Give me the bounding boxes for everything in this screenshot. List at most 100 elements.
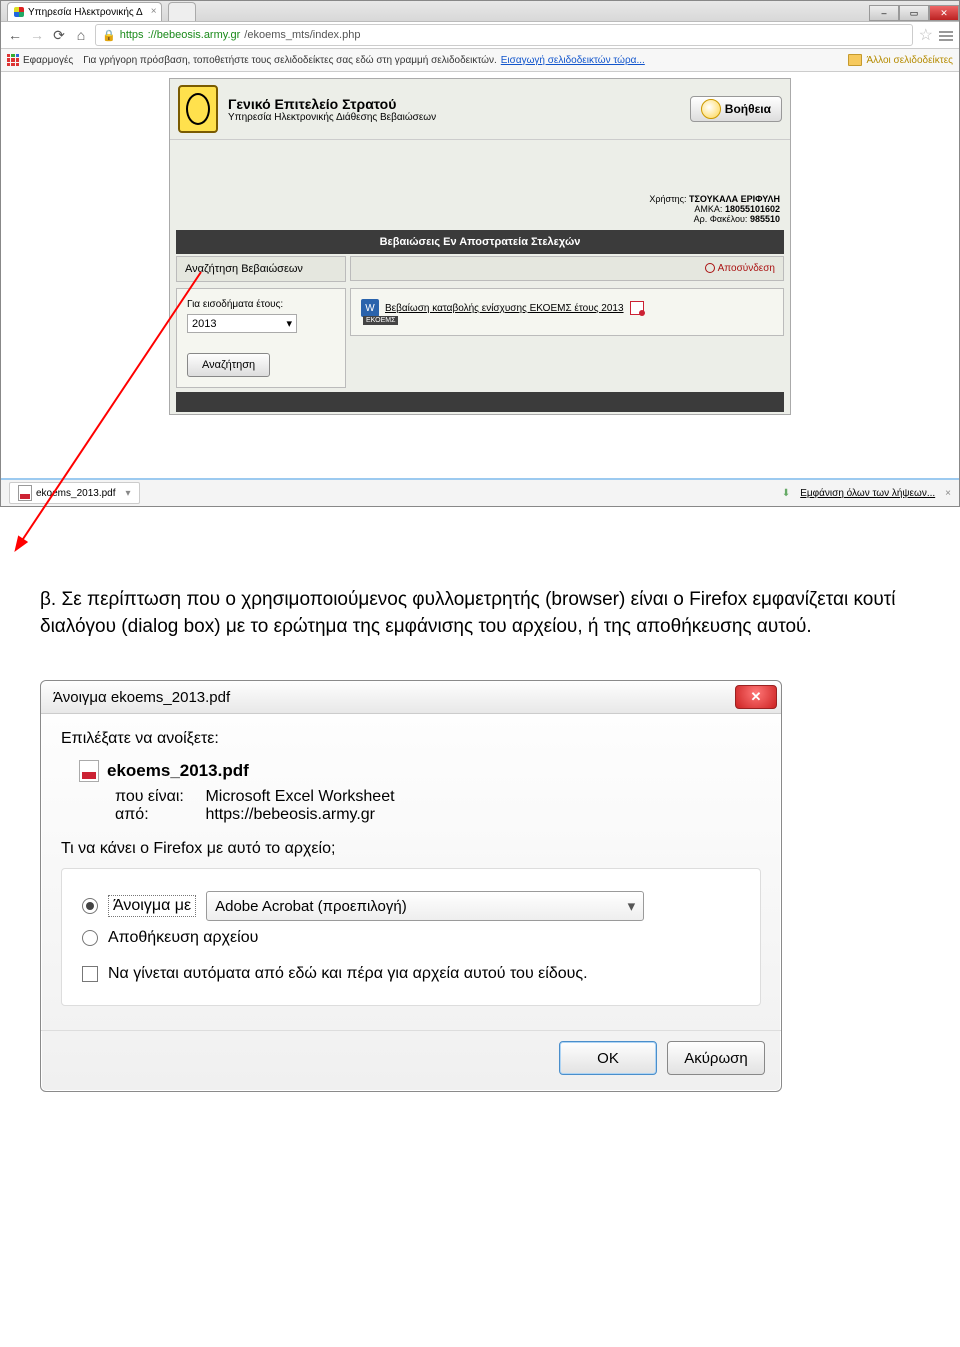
from-label: από: <box>115 806 201 824</box>
fakelos-value: 985510 <box>750 214 780 224</box>
bulb-icon <box>701 99 721 119</box>
url-path: /ekoems_mts/index.php <box>244 29 360 41</box>
radio-open-with[interactable] <box>82 898 98 914</box>
site-container: Γενικό Επιτελείο Στρατού Υπηρεσία Ηλεκτρ… <box>169 78 791 415</box>
help-button[interactable]: Βοήθεια <box>690 96 782 122</box>
dialog-filename: ekoems_2013.pdf <box>107 761 249 781</box>
bookmarks-hint: Για γρήγορη πρόσβαση, τοποθετήστε τους σ… <box>83 55 497 66</box>
other-bookmarks[interactable]: Άλλοι σελιδοδείκτες <box>848 54 953 66</box>
logout-bar[interactable]: Αποσύνδεση <box>350 256 784 281</box>
type-label: που είναι: <box>115 788 201 806</box>
pdf-file-icon <box>79 760 99 782</box>
save-file-label: Αποθήκευση αρχείου <box>108 929 258 947</box>
dialog-meta-from: από: https://bebeosis.army.gr <box>115 806 761 824</box>
application-combo[interactable]: Adobe Acrobat (προεπιλογή) ▾ <box>206 891 644 921</box>
pdf-icon <box>18 485 32 501</box>
dialog-meta-type: που είναι: Microsoft Excel Worksheet <box>115 788 761 806</box>
year-label: Για εισοδήματα έτους: <box>187 299 335 310</box>
close-button[interactable]: ✕ <box>929 5 959 21</box>
chrome-menu-icon[interactable] <box>939 29 953 41</box>
tab-close-icon[interactable]: × <box>151 6 157 17</box>
download-bar: ekoems_2013.pdf ▾ ⬇ Εμφάνιση όλων των λή… <box>1 478 959 506</box>
download-item[interactable]: ekoems_2013.pdf ▾ <box>9 482 140 504</box>
other-bookmarks-label: Άλλοι σελιδοδείκτες <box>866 55 953 66</box>
site-header: Γενικό Επιτελείο Στρατού Υπηρεσία Ηλεκτρ… <box>170 79 790 140</box>
ok-button[interactable]: OK <box>559 1041 657 1075</box>
show-all-downloads-link[interactable]: Εμφάνιση όλων των λήψεων... <box>800 488 935 499</box>
home-icon[interactable]: ⌂ <box>73 27 89 43</box>
site-title: Γενικό Επιτελείο Στρατού <box>228 96 436 112</box>
address-bar-row: ← → ⟳ ⌂ 🔒 https://bebeosis.army.gr/ekoem… <box>1 22 959 49</box>
dialog-close-button[interactable]: ✕ <box>735 685 777 709</box>
amka-label: ΑΜΚΑ: <box>694 204 722 214</box>
forward-icon[interactable]: → <box>29 27 45 43</box>
page-viewport: Γενικό Επιτελείο Στρατού Υπηρεσία Ηλεκτρ… <box>1 72 959 478</box>
document-title: Βεβαίωση καταβολής ενίσχυσης ΕΚΟΕΜΣ έτου… <box>385 303 624 314</box>
dialog-file-row: ekoems_2013.pdf <box>79 760 761 782</box>
search-box: Για εισοδήματα έτους: 2013 ▾ Αναζήτηση <box>176 288 346 388</box>
radio-save-file[interactable] <box>82 930 98 946</box>
close-downloads-icon[interactable]: × <box>945 488 951 499</box>
power-icon <box>705 263 715 273</box>
minimize-button[interactable]: – <box>869 5 899 21</box>
year-value: 2013 <box>192 318 216 330</box>
dialog-title: Άνοιγμα ekoems_2013.pdf <box>53 689 230 706</box>
apps-icon[interactable] <box>7 54 19 66</box>
url-host: ://bebeosis.army.gr <box>148 29 241 41</box>
tab-title-ghost <box>175 7 178 18</box>
option-remember[interactable]: Να γίνεται αυτόματα από εδώ και πέρα για… <box>82 965 746 983</box>
import-bookmarks-link[interactable]: Εισαγωγή σελιδοδεικτών τώρα... <box>501 55 645 66</box>
open-file-dialog: Άνοιγμα ekoems_2013.pdf ✕ Επιλέξατε να α… <box>40 680 782 1092</box>
body-text: β. Σε περίπτωση που ο χρησιμοποιούμενος … <box>40 589 895 637</box>
remember-label: Να γίνεται αυτόματα από εδώ και πέρα για… <box>108 965 588 983</box>
search-head: Αναζήτηση Βεβαιώσεων <box>176 256 346 282</box>
footer-bar <box>176 392 784 412</box>
search-button[interactable]: Αναζήτηση <box>187 353 270 377</box>
pdf-mini-icon <box>630 301 644 315</box>
dialog-body: Επιλέξατε να ανοίξετε: ekoems_2013.pdf π… <box>41 714 781 1030</box>
cancel-button[interactable]: Ακύρωση <box>667 1041 765 1075</box>
army-emblem-icon <box>178 85 218 133</box>
chevron-down-icon: ▾ <box>628 897 636 915</box>
option-open-with[interactable]: Άνοιγμα με Adobe Acrobat (προεπιλογή) ▾ <box>82 891 746 921</box>
dialog-options: Άνοιγμα με Adobe Acrobat (προεπιλογή) ▾ … <box>61 868 761 1006</box>
folder-icon <box>848 54 862 66</box>
dialog-question: Τι να κάνει ο Firefox με αυτό το αρχείο; <box>61 840 761 858</box>
apps-label[interactable]: Εφαρμογές <box>23 55 73 66</box>
results-box: W Βεβαίωση καταβολής ενίσχυσης ΕΚΟΕΜΣ έτ… <box>350 288 784 336</box>
body-paragraph: β. Σε περίπτωση που ο χρησιμοποιούμενος … <box>0 507 960 680</box>
browser-tab-active[interactable]: Υπηρεσία Ηλεκτρονικής Δ × <box>7 2 162 21</box>
fakelos-label: Αρ. Φακέλου: <box>694 214 748 224</box>
maximize-button[interactable]: ▭ <box>899 5 929 21</box>
section-bar: Βεβαιώσεις Εν Αποστρατεία Στελεχών <box>176 230 784 254</box>
from-value: https://bebeosis.army.gr <box>205 806 375 823</box>
checkbox-remember[interactable] <box>82 966 98 982</box>
dialog-line1: Επιλέξατε να ανοίξετε: <box>61 730 761 748</box>
browser-tab-inactive[interactable] <box>168 2 197 21</box>
address-bar[interactable]: 🔒 https://bebeosis.army.gr/ekoems_mts/in… <box>95 24 913 46</box>
dialog-screenshot: Άνοιγμα ekoems_2013.pdf ✕ Επιλέξατε να α… <box>0 680 960 1112</box>
panel-heads-row: Αναζήτηση Βεβαιώσεων Αποσύνδεση <box>170 256 790 284</box>
browser-screenshot: Υπηρεσία Ηλεκτρονικής Δ × – ▭ ✕ ← → ⟳ ⌂ … <box>0 0 960 507</box>
lock-icon: 🔒 <box>102 29 116 42</box>
reload-icon[interactable]: ⟳ <box>51 27 67 43</box>
logout-label: Αποσύνδεση <box>718 263 775 274</box>
panel-body-row: Για εισοδήματα έτους: 2013 ▾ Αναζήτηση W <box>170 284 790 390</box>
download-filename: ekoems_2013.pdf <box>36 488 116 499</box>
window-controls: – ▭ ✕ <box>869 5 959 21</box>
back-icon[interactable]: ← <box>7 27 23 43</box>
chevron-down-icon: ▾ <box>286 317 292 330</box>
chevron-down-icon[interactable]: ▾ <box>126 488 131 499</box>
type-value: Microsoft Excel Worksheet <box>205 788 394 805</box>
amka-value: 18055101602 <box>725 204 780 214</box>
bookmark-star-icon[interactable]: ☆ <box>919 25 933 45</box>
document-badge: ΕΚΟΕΜΣ <box>363 316 398 325</box>
option-save-file[interactable]: Αποθήκευση αρχείου <box>82 929 746 947</box>
section-title: Βεβαιώσεις Εν Αποστρατεία Στελεχών <box>380 236 581 248</box>
help-label: Βοήθεια <box>725 102 771 116</box>
year-select[interactable]: 2013 ▾ <box>187 314 297 333</box>
user-label: Χρήστης: <box>649 194 686 204</box>
tab-title: Υπηρεσία Ηλεκτρονικής Δ <box>28 7 143 18</box>
site-subtitle: Υπηρεσία Ηλεκτρονικής Διάθεσης Βεβαιώσεω… <box>228 112 436 123</box>
dialog-buttons: OK Ακύρωση <box>41 1030 781 1091</box>
